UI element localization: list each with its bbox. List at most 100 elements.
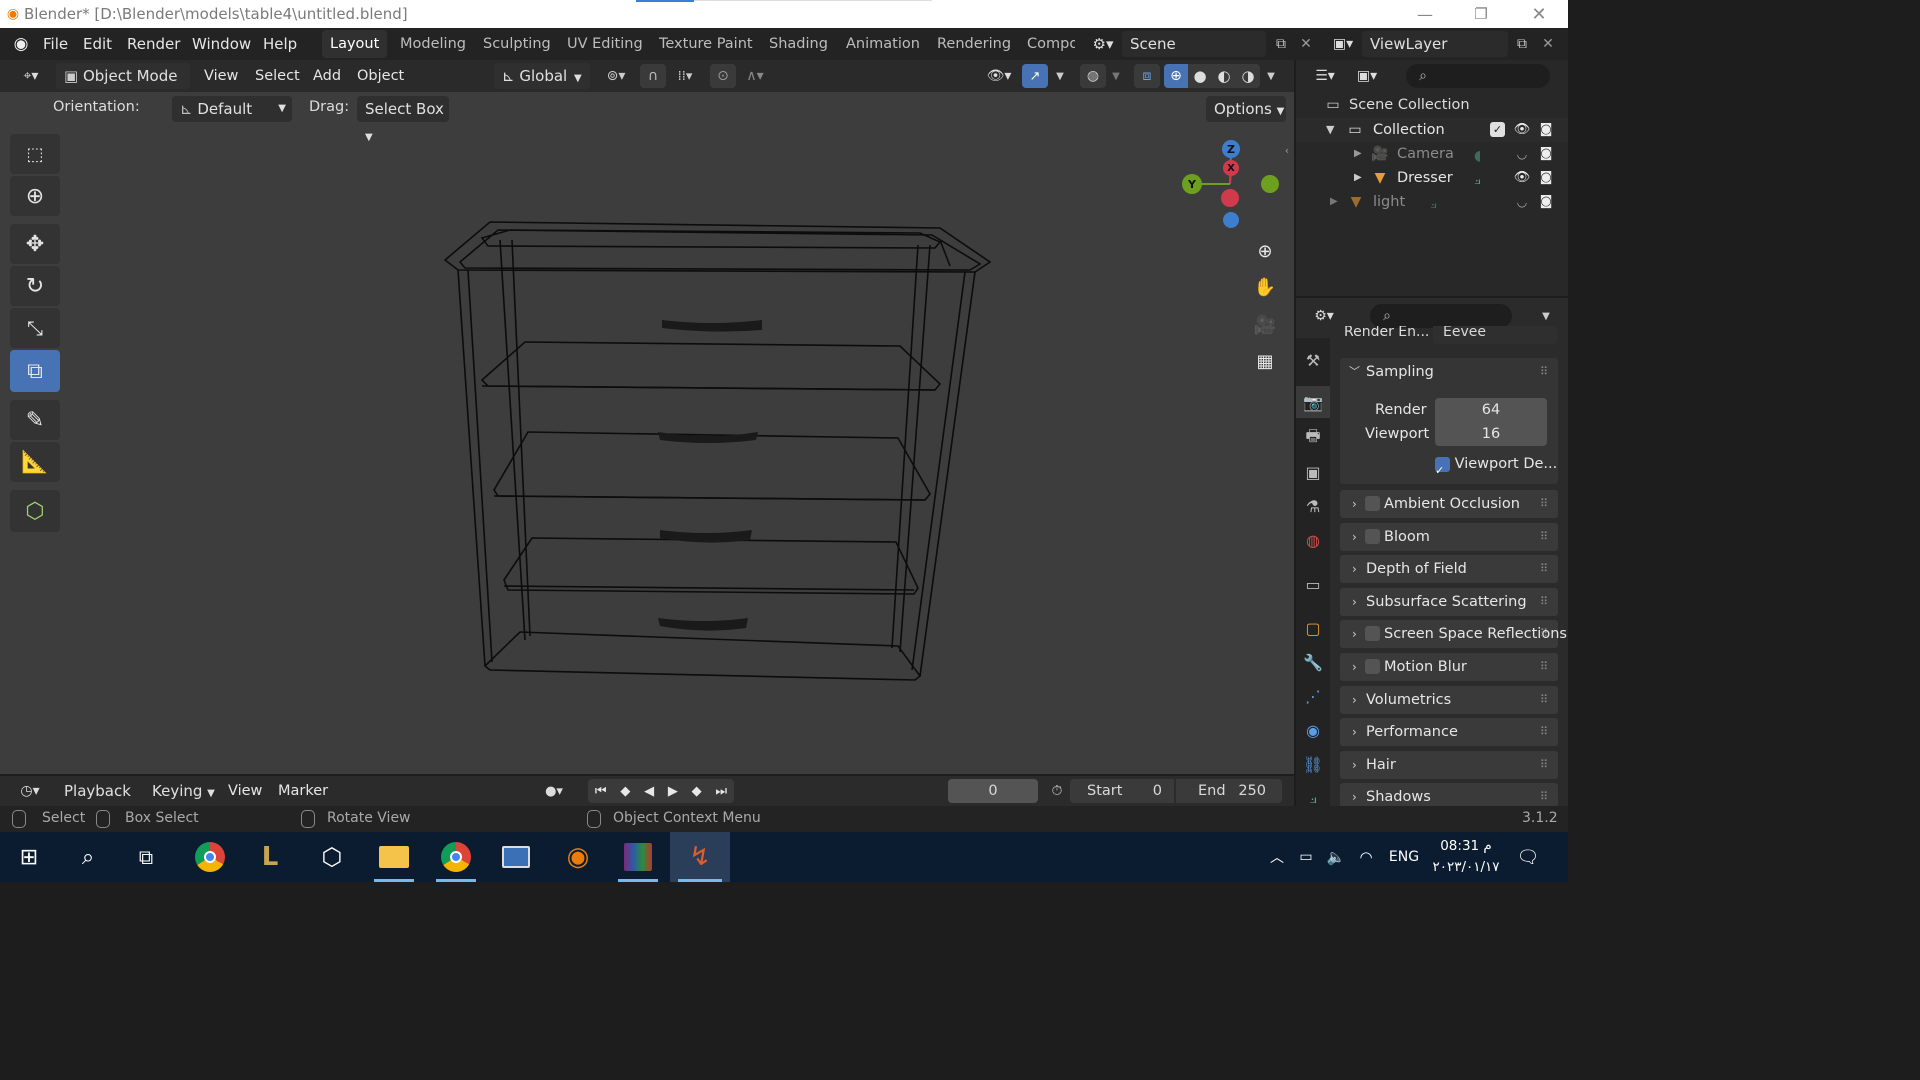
- cursor-tool[interactable]: ⊕: [10, 176, 60, 216]
- transform-orientation-selector[interactable]: ⊾ Global ▼: [494, 63, 590, 89]
- object-tab-icon[interactable]: ▢: [1296, 612, 1330, 644]
- league-taskbar-button[interactable]: L: [242, 832, 298, 882]
- transform-tool[interactable]: ⧉: [10, 350, 60, 392]
- delete-view-layer-icon[interactable]: ✕: [1538, 34, 1558, 54]
- chevron-down-icon[interactable]: ▼: [1050, 65, 1070, 87]
- view-layer-icon[interactable]: ▣▾: [1328, 34, 1358, 54]
- modifier-tab-icon[interactable]: 🔧: [1296, 646, 1330, 678]
- solid-shading-icon[interactable]: ●: [1188, 64, 1212, 88]
- dresser-wireframe[interactable]: [420, 200, 1020, 700]
- menu-edit[interactable]: Edit: [77, 28, 118, 60]
- drag-handle-icon[interactable]: ⠿: [1540, 490, 1548, 518]
- chrome-profile-taskbar-button[interactable]: [428, 832, 484, 882]
- gizmo-x-axis[interactable]: X: [1223, 160, 1239, 176]
- delete-scene-icon[interactable]: ✕: [1296, 34, 1316, 54]
- select-box-tool[interactable]: ⬚: [10, 134, 60, 174]
- eye-closed-icon[interactable]: ◡: [1512, 192, 1532, 212]
- orientation-dropdown[interactable]: ⊾ Default ▼: [172, 96, 292, 122]
- prev-keyframe-icon[interactable]: ◆: [620, 784, 630, 799]
- minimize-icon[interactable]: —: [1410, 2, 1440, 26]
- new-view-layer-icon[interactable]: ⧉: [1511, 34, 1533, 54]
- battery-icon[interactable]: ▭: [1294, 832, 1318, 882]
- panel-performance[interactable]: › Performance ⠿: [1340, 718, 1558, 747]
- eye-icon[interactable]: 👁: [1512, 120, 1532, 140]
- wifi-icon[interactable]: ◠: [1354, 832, 1378, 882]
- editor-type-icon[interactable]: ⌖▾: [14, 66, 48, 86]
- tab-modeling[interactable]: Modeling: [392, 30, 474, 58]
- active-app-taskbar-button[interactable]: ↯: [670, 832, 730, 882]
- gizmo-toggle-icon[interactable]: ↗: [1022, 64, 1048, 88]
- render-engine-dropdown[interactable]: Eevee: [1433, 326, 1557, 344]
- tab-texture-paint[interactable]: Texture Paint: [651, 30, 761, 58]
- visibility-icon[interactable]: 👁▾: [980, 65, 1018, 87]
- drag-handle-icon[interactable]: ⠿: [1540, 555, 1548, 583]
- proportional-edit-icon[interactable]: ⊙: [710, 64, 736, 88]
- panel-enable-checkbox[interactable]: [1365, 626, 1380, 642]
- gizmo-y-axis[interactable]: Y: [1182, 174, 1202, 194]
- tab-sculpting[interactable]: Sculpting: [475, 30, 559, 58]
- outliner-row-collection[interactable]: ▼ ▭ Collection ✓ 👁 ◙: [1296, 118, 1568, 142]
- pan-hand-icon[interactable]: ✋: [1248, 270, 1282, 304]
- render-camera-icon[interactable]: ◙: [1536, 192, 1556, 212]
- tab-shading[interactable]: Shading: [761, 30, 836, 58]
- end-frame-field[interactable]: End 250: [1176, 779, 1282, 803]
- rendered-shading-icon[interactable]: ◑: [1236, 64, 1260, 88]
- view-layer-tab-icon[interactable]: ▣: [1296, 456, 1330, 488]
- drag-handle-icon[interactable]: ⠿: [1540, 588, 1548, 616]
- timeline-menu-view[interactable]: View: [222, 775, 268, 807]
- scale-tool[interactable]: ⤡: [10, 308, 60, 348]
- next-keyframe-icon[interactable]: ◆: [692, 784, 702, 799]
- camera-view-icon[interactable]: 🎥: [1248, 308, 1282, 342]
- xray-icon[interactable]: ⧈: [1134, 64, 1160, 88]
- expand-arrow-icon[interactable]: ▼: [1326, 118, 1334, 142]
- tab-animation[interactable]: Animation: [838, 30, 928, 58]
- vp-menu-object[interactable]: Object: [351, 60, 410, 92]
- render-samples-field[interactable]: 64: [1435, 398, 1547, 422]
- vp-menu-view[interactable]: View: [198, 60, 244, 92]
- volume-icon[interactable]: 🔈: [1324, 832, 1348, 882]
- unity-taskbar-button[interactable]: ⬡: [304, 832, 360, 882]
- app-taskbar-button[interactable]: [488, 832, 544, 882]
- output-tab-icon[interactable]: 🖶: [1296, 422, 1330, 454]
- windows-start-icon[interactable]: ⊞: [6, 832, 52, 882]
- menu-help[interactable]: Help: [257, 28, 303, 60]
- jump-start-icon[interactable]: ⏮: [595, 784, 607, 799]
- viewport-denoise-checkbox-row[interactable]: ✓ Viewport De...: [1435, 450, 1557, 478]
- collection-exclude-checkbox[interactable]: ✓: [1490, 122, 1505, 137]
- expand-arrow-icon[interactable]: ▶: [1330, 190, 1338, 214]
- viewport-denoise-checkbox[interactable]: ✓: [1435, 456, 1450, 477]
- auto-keying-icon[interactable]: ●▾: [534, 780, 574, 802]
- search-icon[interactable]: ⌕: [62, 832, 114, 882]
- drag-handle-icon[interactable]: ⠿: [1540, 686, 1548, 714]
- explorer-taskbar-button[interactable]: [366, 832, 422, 882]
- language-indicator[interactable]: ENG: [1386, 832, 1422, 882]
- expand-arrow-icon[interactable]: ▶: [1354, 166, 1362, 190]
- snap-target-icon[interactable]: ⁞⁞▾: [666, 65, 704, 87]
- navigation-gizmo[interactable]: Z X Y: [1178, 136, 1282, 236]
- sampling-panel-header[interactable]: ﹀ Sampling ⠿: [1340, 358, 1558, 386]
- panel-subsurface-scattering[interactable]: › Subsurface Scattering ⠿: [1340, 587, 1558, 616]
- panel-enable-checkbox[interactable]: [1365, 659, 1380, 674]
- expand-arrow-icon[interactable]: ▶: [1354, 142, 1362, 166]
- outliner-row-camera[interactable]: ▶ 🎥 Camera ◖ ◡ ◙: [1296, 142, 1568, 166]
- drag-handle-icon[interactable]: ⠿: [1540, 653, 1548, 681]
- stopwatch-icon[interactable]: ⏱: [1046, 780, 1068, 802]
- outliner-editor-type-icon[interactable]: ☰▾: [1308, 65, 1342, 87]
- menu-render[interactable]: Render: [121, 28, 186, 60]
- measure-tool[interactable]: 📐: [10, 442, 60, 482]
- tab-layout[interactable]: Layout: [322, 30, 388, 58]
- chevron-down-icon[interactable]: ▼: [1106, 65, 1126, 87]
- drag-handle-icon[interactable]: ⠿: [1540, 523, 1548, 551]
- start-frame-field[interactable]: Start 0: [1070, 779, 1174, 803]
- timeline-menu-playback[interactable]: Playback ▼: [56, 778, 140, 825]
- properties-search-input[interactable]: ⌕: [1370, 304, 1512, 328]
- add-cube-tool[interactable]: ⬡: [10, 490, 60, 532]
- move-tool[interactable]: ✥: [10, 224, 60, 264]
- timeline-menu-keying[interactable]: Keying ▼: [144, 778, 216, 804]
- close-icon[interactable]: ✕: [1524, 2, 1554, 26]
- material-shading-icon[interactable]: ◐: [1212, 64, 1236, 88]
- drag-handle-icon[interactable]: ⠿: [1540, 620, 1548, 648]
- tool-tab-icon[interactable]: ⚒: [1296, 344, 1330, 376]
- particles-tab-icon[interactable]: ⋰: [1296, 680, 1330, 712]
- panel-enable-checkbox[interactable]: [1365, 528, 1380, 544]
